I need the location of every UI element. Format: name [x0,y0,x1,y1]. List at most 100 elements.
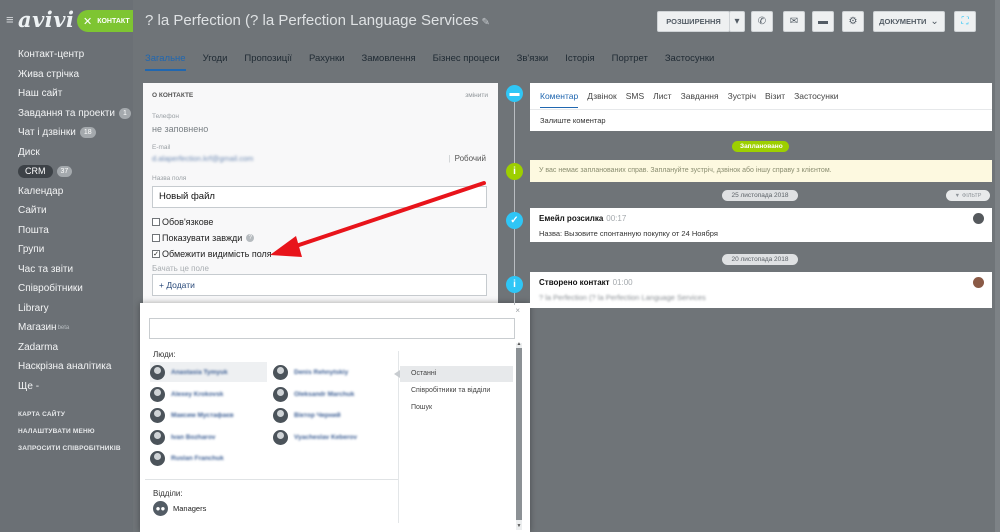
sidebar-item-time-reports[interactable]: Час та звіти [0,260,133,280]
scroll-up-arrow-icon[interactable]: ▲ [516,341,522,347]
option-employees-departments[interactable]: Співробітники та відділи [400,383,513,399]
info-icon[interactable]: ? [246,234,255,242]
composer-tab-meeting[interactable]: Зустріч [728,91,756,101]
sidebar-item-our-site[interactable]: Наш сайт [0,84,133,104]
sidebar-item-calendar[interactable]: Календар [0,182,133,202]
composer-tab-visit[interactable]: Візит [765,91,785,101]
page-title[interactable]: ? la Perfection (? la Perfection Languag… [145,12,490,29]
sidebar-item-label: Zadarma [18,341,59,353]
composer-tab-email[interactable]: Лист [653,91,671,101]
filter-button[interactable]: ▼ ФІЛЬТР [946,190,990,201]
person-item[interactable]: Anastasia Tymyuk [150,362,267,382]
contact-button-label: КОНТАКТ [97,17,130,25]
configure-menu-link[interactable]: НАЛАШТУВАТИ МЕНЮ [0,423,133,440]
sidebar-item-sites[interactable]: Сайти [0,201,133,221]
checkbox-checked-icon[interactable]: ✓ [152,250,160,258]
sidebar-item-more[interactable]: Ще - [0,377,133,397]
composer-tab-comment[interactable]: Коментар [540,91,579,108]
person-item[interactable]: Oleksandr Marchuk [273,384,354,404]
composer-tab-call[interactable]: Дзвінок [587,91,616,101]
documents-button[interactable]: ДОКУМЕНТИ ⌄ [873,11,945,32]
checkbox-box[interactable] [152,234,160,242]
contact-button[interactable]: ✕ КОНТАКТ [77,10,133,32]
checkbox-box[interactable] [152,218,160,226]
call-button[interactable]: ✆ [751,11,773,32]
tab-general[interactable]: Загальне [145,42,186,76]
entry-title: Емейл розсилка 00:17 [539,214,626,223]
edit-pencil-icon[interactable]: ✎ [482,17,490,28]
composer-tab-apps[interactable]: Застосунки [794,91,838,101]
sidebar-item-chat[interactable]: Чат і дзвінки 18 [0,123,133,143]
sidebar-item-groups[interactable]: Групи [0,240,133,260]
search-input[interactable] [149,318,515,339]
option-recent[interactable]: Останні [394,366,513,382]
sidebar-item-library[interactable]: Library [0,299,133,319]
email-value[interactable]: d.alaperfection.krf@gmail.com [152,154,253,163]
person-item[interactable]: Ivan Bozharov [150,427,215,447]
sidebar-item-shop[interactable]: Магазин beta [0,318,133,338]
email-button[interactable]: ✉ [783,11,805,32]
counter-badge: 1 [119,107,131,119]
always-show-checkbox[interactable]: Показувати завжди? [152,233,255,243]
close-icon[interactable]: ✕ [83,15,92,28]
expand-dropdown-button[interactable]: ▾ [729,11,745,32]
tab-invoices[interactable]: Рахунки [309,42,345,76]
menu-hamburger-icon[interactable]: ≡ [6,13,14,26]
sidebar-item-mail[interactable]: Пошта [0,221,133,241]
person-name: Oleksandr Marchuk [294,390,355,398]
tab-deals[interactable]: Угоди [203,42,228,76]
avatar [973,277,984,288]
tab-portrait[interactable]: Портрет [612,42,648,76]
entry-description[interactable]: ? la Perfection (? la Perfection Languag… [539,293,706,302]
scroll-down-arrow-icon[interactable]: ▼ [516,523,522,529]
tab-relations[interactable]: Зв'язки [517,42,549,76]
avatar [150,386,165,402]
close-icon[interactable]: × [515,306,520,315]
sidebar-item-analytics[interactable]: Наскрізна аналітика [0,357,133,377]
chat-button[interactable]: ▬ [812,11,834,32]
sitemap-link[interactable]: КАРТА САЙТУ [0,406,133,423]
sidebar-item-label: Співробітники [18,283,83,294]
settings-button[interactable]: ⚙ [842,11,864,32]
comment-input[interactable]: Залиште коментар [540,116,606,125]
sidebar-item-contact-center[interactable]: Контакт-центр [0,45,133,65]
tab-history[interactable]: Історія [565,42,594,76]
visibility-hint: Бачать це поле [152,264,209,273]
tab-apps[interactable]: Застосунки [665,42,715,76]
timeline-entry-contact-created[interactable]: Створено контакт 01:00 ? la Perfection (?… [530,272,992,308]
tab-quotes[interactable]: Пропозиції [244,42,292,76]
field-name-input[interactable]: Новый файл [152,186,487,208]
person-item[interactable]: Alexey Krokovsk [150,384,223,404]
edit-link[interactable]: змінити [465,92,488,99]
sidebar-item-employees[interactable]: Співробітники [0,279,133,299]
counter-badge: 18 [79,127,96,139]
fullscreen-button[interactable]: ⛶ [954,11,976,32]
scrollbar-thumb[interactable] [516,348,522,520]
department-item[interactable]: ●● Managers [153,501,206,516]
email-type: Робочий [449,154,486,163]
expand-button[interactable]: РОЗШИРЕННЯ [657,11,730,32]
sidebar-item-zadarma[interactable]: Zadarma [0,338,133,358]
tab-business-processes[interactable]: Бізнес процеси [433,42,500,76]
sidebar-item-drive[interactable]: Диск [0,143,133,163]
person-item[interactable]: Віктор Черний [273,405,341,425]
composer-tabs: Коментар Дзвінок SMS Лист Завдання Зустр… [540,91,847,108]
invite-employees-link[interactable]: ЗАПРОСИТИ СПІВРОБІТНИКІВ [0,440,133,457]
person-item[interactable]: Vyacheslav Keberov [273,427,357,447]
sidebar-item-crm[interactable]: CRM 37 [0,162,133,182]
tab-orders[interactable]: Замовлення [361,42,415,76]
timeline-entry-email[interactable]: Емейл розсилка 00:17 Назва: Вызовите спон… [530,208,992,242]
sidebar-item-live-feed[interactable]: Жива стрічка [0,65,133,85]
restrict-visibility-checkbox[interactable]: ✓ Обмежити видимість поля [152,249,272,259]
required-checkbox[interactable]: Обов'язкове [152,217,213,227]
add-visibility-button[interactable]: + Додати [152,274,487,296]
person-item[interactable]: Denis Rehnytskiy [273,362,348,382]
composer-tab-sms[interactable]: SMS [626,91,644,101]
composer-tab-task[interactable]: Завдання [681,91,719,101]
option-search[interactable]: Пошук [400,400,513,416]
logo[interactable]: avivi [18,7,74,32]
sidebar-item-tasks[interactable]: Завдання та проекти 1 [0,104,133,124]
person-item[interactable]: Ruslan Franchuk [150,448,224,468]
person-item[interactable]: Максим Мустафаєв [150,405,234,425]
avatar [150,364,165,380]
